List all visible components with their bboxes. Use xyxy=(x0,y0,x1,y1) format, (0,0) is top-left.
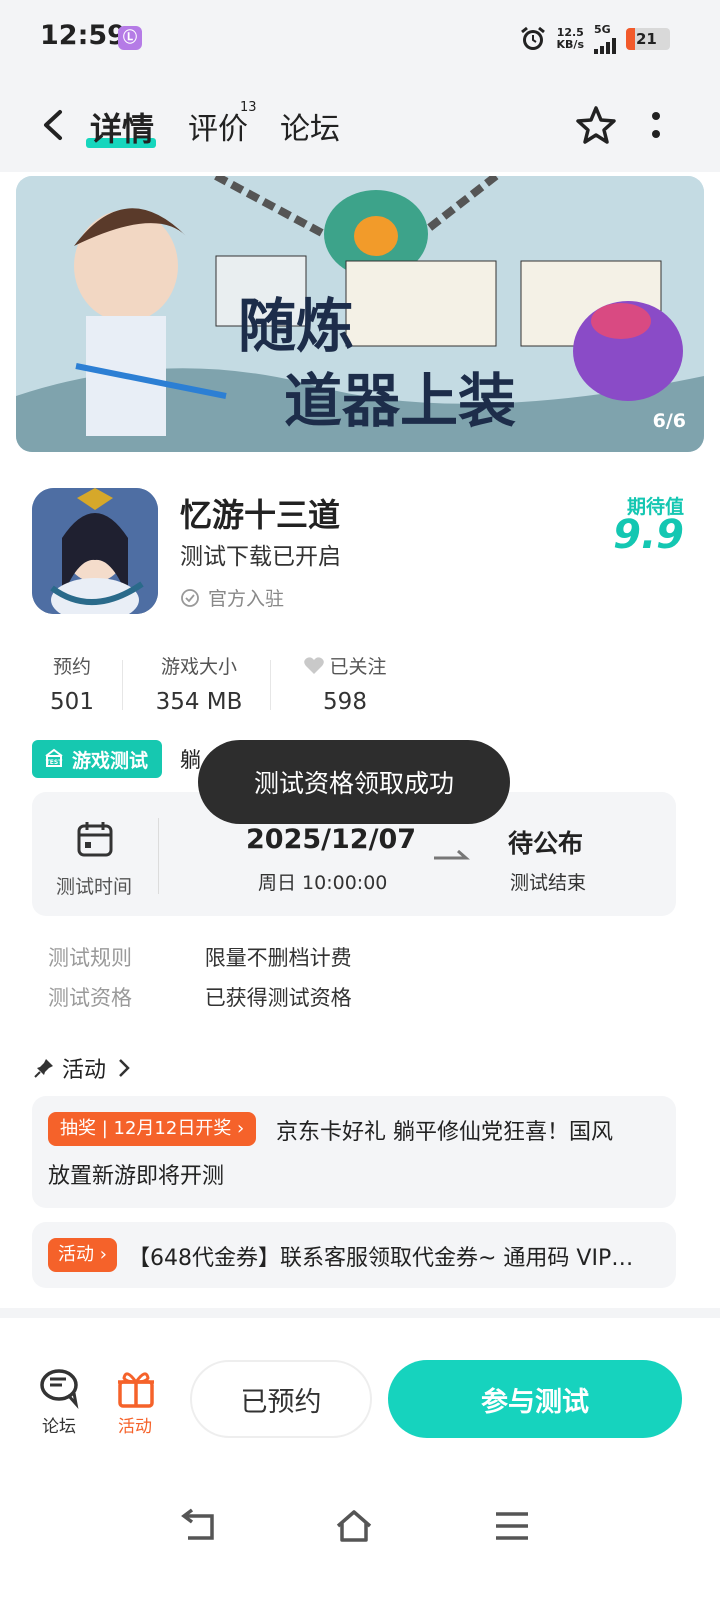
test-flask-icon: TEST xyxy=(45,748,64,767)
rule-label: 测试规则 xyxy=(48,946,132,970)
activity-text[interactable]: 放置新游即将开测 xyxy=(48,1158,224,1190)
test-end-label: 测试结束 xyxy=(510,872,587,894)
rule-value: 已获得测试资格 xyxy=(204,986,352,1010)
more-options-icon[interactable] xyxy=(650,110,662,140)
signal-icon xyxy=(594,36,616,54)
activity-text[interactable]: 京东卡好礼 躺平修仙党狂喜！国风 xyxy=(276,1114,613,1146)
top-nav-bar: 详情 评价 13 论坛 xyxy=(0,80,720,172)
partially-hidden-text: 躺 xyxy=(180,748,200,772)
stat-value: 501 xyxy=(50,689,94,715)
activity-tag[interactable]: 活动 › xyxy=(48,1238,117,1272)
card-divider xyxy=(158,818,159,894)
alarm-icon xyxy=(520,26,545,50)
official-label: 官方入驻 xyxy=(208,588,285,610)
gift-icon[interactable] xyxy=(114,1366,158,1410)
join-test-button[interactable]: 参与测试 xyxy=(388,1360,682,1438)
rule-row: 测试规则 限量不删档计费 xyxy=(48,942,352,972)
pin-icon xyxy=(34,1059,53,1078)
app-icon xyxy=(32,488,158,614)
rule-value: 限量不删档计费 xyxy=(204,946,352,970)
banner-page-counter: 6/6 xyxy=(652,410,686,432)
stat-divider xyxy=(270,660,271,710)
net-speed: 12.5 KB/s xyxy=(556,26,584,51)
status-indicators: 12.5 KB/s 5G 21 xyxy=(519,24,670,54)
lottery-tag[interactable]: 抽奖 | 12月12日开奖 › xyxy=(48,1112,257,1146)
stat-divider xyxy=(122,660,123,710)
check-circle-icon xyxy=(181,588,199,607)
stat-label: 预约 xyxy=(52,656,91,678)
stat-reservations: 预约 501 xyxy=(42,652,102,715)
notification-app-icon: Ⓛ xyxy=(118,26,142,50)
svg-text:随炼: 随炼 xyxy=(238,292,354,360)
banner-artwork: 随炼 道器上装 xyxy=(16,176,704,452)
promo-banner[interactable]: 随炼 道器上装 6/6 xyxy=(16,176,704,452)
reserved-button[interactable]: 已预约 xyxy=(190,1360,372,1438)
stat-label: 游戏大小 xyxy=(160,656,237,678)
tab-reviews[interactable]: 评价 xyxy=(188,104,248,148)
expectation-score: 9.9 xyxy=(613,512,684,558)
tab-forum[interactable]: 论坛 xyxy=(280,104,340,148)
rule-label: 测试资格 xyxy=(48,986,132,1010)
svg-text:TEST: TEST xyxy=(46,759,64,766)
game-test-tag: TEST 游戏测试 xyxy=(32,740,163,778)
svg-text:道器上装: 道器上装 xyxy=(284,367,516,435)
stat-followers[interactable]: 已关注 598 xyxy=(300,652,390,715)
favorite-star-icon[interactable] xyxy=(574,104,618,146)
test-start-date: 2025/12/07 xyxy=(246,824,417,855)
stat-label: 已关注 xyxy=(329,656,387,678)
battery-level: 21 xyxy=(636,30,657,48)
chevron-right-icon xyxy=(119,1059,130,1077)
official-badge: 官方入驻 xyxy=(180,584,284,611)
system-menu-icon[interactable] xyxy=(492,1508,532,1544)
back-arrow-icon[interactable] xyxy=(36,106,70,144)
status-bar: 12:59 Ⓛ 12.5 KB/s 5G 21 xyxy=(0,0,720,80)
calendar-icon xyxy=(77,822,113,857)
network-type: 5G xyxy=(594,24,616,54)
test-end-value: 待公布 xyxy=(508,829,584,858)
battery-icon: 21 xyxy=(626,28,670,50)
arrow-right-icon xyxy=(434,849,470,860)
app-title: 忆游十三道 xyxy=(180,496,341,534)
game-test-label: 游戏测试 xyxy=(72,749,149,772)
app-subtitle: 测试下载已开启 xyxy=(180,544,341,570)
activity-label[interactable]: 活动 xyxy=(118,1412,152,1437)
stat-value: 598 xyxy=(323,689,367,715)
tab-details[interactable]: 详情 xyxy=(90,104,154,150)
review-count-badge: 13 xyxy=(240,100,257,115)
system-home-icon[interactable] xyxy=(334,1508,374,1544)
test-start-detail: 周日 10:00:00 xyxy=(258,872,388,894)
success-toast: 测试资格领取成功 xyxy=(198,740,510,824)
activity-section-header[interactable]: 活动 xyxy=(34,1052,134,1084)
activity-heading: 活动 xyxy=(62,1058,107,1083)
status-time: 12:59 xyxy=(40,20,126,51)
stat-value: 354 MB xyxy=(155,689,243,715)
test-time-label: 测试时间 xyxy=(56,876,133,898)
activity-text[interactable]: 【648代金券】联系客服领取代金券~ 通用码 VIP… xyxy=(128,1240,662,1272)
forum-chat-icon[interactable] xyxy=(38,1366,82,1410)
forum-label[interactable]: 论坛 xyxy=(42,1412,76,1437)
system-back-icon[interactable] xyxy=(178,1508,218,1544)
stat-game-size: 游戏大小 354 MB xyxy=(144,652,254,715)
section-separator xyxy=(0,1308,720,1318)
heart-icon xyxy=(304,657,325,674)
rule-row: 测试资格 已获得测试资格 xyxy=(48,982,352,1012)
